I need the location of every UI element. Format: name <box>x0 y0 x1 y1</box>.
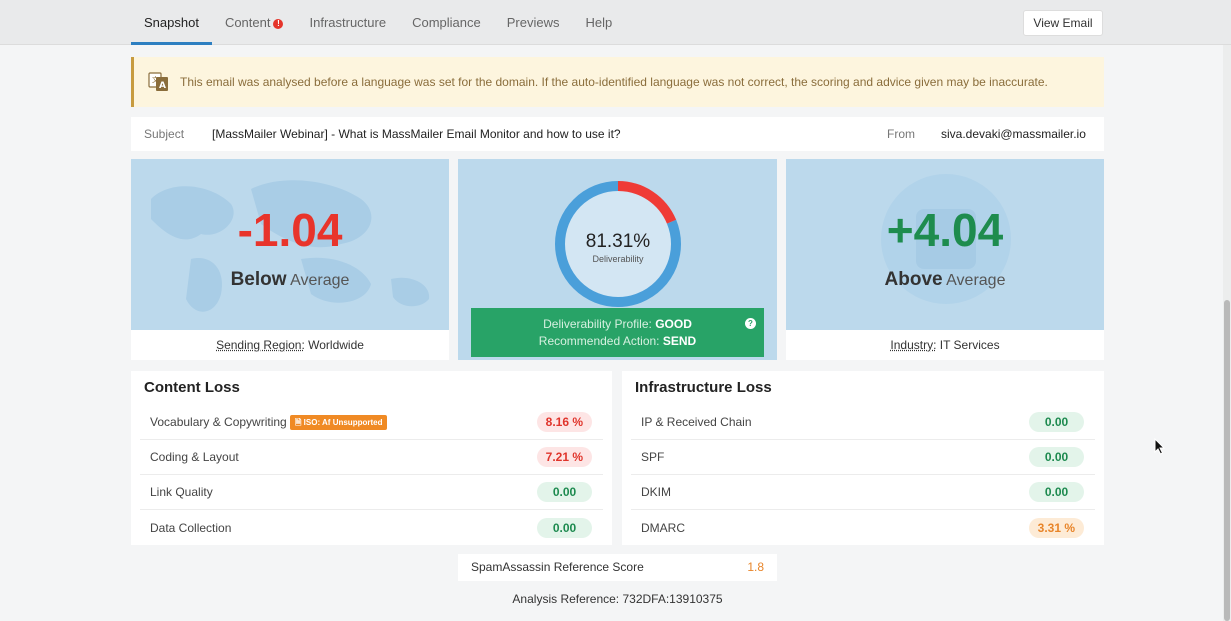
action-label: Recommended Action: <box>538 334 660 348</box>
deliverability-card: 81.31% Deliverability Deliverability Pro… <box>458 159 777 360</box>
email-meta-row: Subject [MassMailer Webinar] - What is M… <box>131 117 1104 151</box>
loss-value-badge: 0.00 <box>1029 482 1084 502</box>
spamassassin-label: SpamAssassin Reference Score <box>471 560 644 574</box>
profile-line: Deliverability Profile: GOOD <box>471 317 764 331</box>
industry-score: +4.04 <box>886 204 1004 256</box>
region-footer-label[interactable]: Sending Region: <box>216 338 305 352</box>
loss-row-dkim[interactable]: DKIM 0.00 <box>631 475 1095 510</box>
loss-name: Coding & Layout <box>150 450 239 464</box>
comparison-bold: Above <box>884 269 943 290</box>
from-label: From <box>887 127 915 141</box>
view-email-button[interactable]: View Email <box>1023 10 1103 36</box>
loss-name: Vocabulary & Copywriting <box>150 415 287 429</box>
content-loss-panel: Content Loss Vocabulary & Copywriting 🗎 … <box>131 371 612 545</box>
iso-unsupported-badge: 🗎 ISO: Af Unsupported <box>290 414 388 430</box>
mouse-cursor-icon <box>1154 438 1166 455</box>
profile-value: GOOD <box>655 317 692 331</box>
infrastructure-loss-panel: Infrastructure Loss IP & Received Chain … <box>622 371 1104 545</box>
loss-value-badge: 7.21 % <box>536 447 592 467</box>
region-footer: Sending Region: Worldwide <box>131 330 449 360</box>
iso-badge-text: ISO: Af Unsupported <box>303 417 383 427</box>
loss-value-badge: 0.00 <box>1029 412 1084 432</box>
tab-infrastructure[interactable]: Infrastructure <box>296 0 399 45</box>
loss-row-coding[interactable]: Coding & Layout 7.21 % <box>140 440 603 475</box>
comparison-rest: Average <box>286 272 350 289</box>
language-icon: 文 A <box>148 72 168 91</box>
industry-footer-label[interactable]: Industry: <box>890 338 936 352</box>
subject-value: [MassMailer Webinar] - What is MassMaile… <box>212 127 621 141</box>
industry-footer-value: IT Services <box>936 338 1000 352</box>
help-icon[interactable]: ? <box>745 318 756 329</box>
tab-snapshot[interactable]: Snapshot <box>131 0 212 45</box>
tab-bar: Snapshot Content! Infrastructure Complia… <box>131 0 625 45</box>
loss-row-link-quality[interactable]: Link Quality 0.00 <box>140 475 603 510</box>
loss-value-badge: 8.16 % <box>536 412 592 432</box>
deliverability-donut: 81.31% Deliverability <box>553 179 683 309</box>
deliverability-label: Deliverability <box>592 254 644 264</box>
alert-icon: ! <box>273 19 284 29</box>
top-navigation-bar: Snapshot Content! Infrastructure Complia… <box>0 0 1231 45</box>
loss-name: Link Quality <box>150 485 213 499</box>
tab-label: Infrastructure <box>309 15 387 30</box>
tab-label: Previews <box>506 15 560 30</box>
tab-help[interactable]: Help <box>572 0 625 45</box>
deliverability-percent: 81.31% <box>585 231 651 252</box>
loss-name: DKIM <box>641 485 671 499</box>
language-icon: 🗎 <box>295 417 304 427</box>
profile-label: Deliverability Profile: <box>543 317 652 331</box>
region-comparison: Below Average <box>131 269 449 291</box>
loss-value-badge: 0.00 <box>1029 447 1084 467</box>
industry-comparison: Above Average <box>786 269 1104 291</box>
panel-title: Content Loss <box>144 379 240 396</box>
loss-row-dmarc[interactable]: DMARC 3.31 % <box>631 510 1095 545</box>
loss-row-ip-chain[interactable]: IP & Received Chain 0.00 <box>631 405 1095 440</box>
scrollbar-thumb[interactable] <box>1224 300 1230 621</box>
loss-name: Data Collection <box>150 520 232 535</box>
loss-value-badge: 3.31 % <box>1028 517 1084 538</box>
loss-name: DMARC <box>641 520 685 535</box>
spamassassin-score-box: SpamAssassin Reference Score 1.8 <box>458 554 777 581</box>
loss-row-spf[interactable]: SPF 0.00 <box>631 440 1095 475</box>
industry-footer: Industry: IT Services <box>786 330 1104 360</box>
tab-compliance[interactable]: Compliance <box>399 0 494 45</box>
action-line: Recommended Action: SEND <box>471 334 764 348</box>
tab-content[interactable]: Content! <box>212 0 297 45</box>
comparison-bold: Below <box>230 269 287 290</box>
loss-value-badge: 0.00 <box>537 482 592 502</box>
language-notice: 文 A This email was analysed before a lan… <box>131 57 1104 107</box>
notice-text: This email was analysed before a languag… <box>180 75 1048 89</box>
region-footer-value: Worldwide <box>304 338 364 352</box>
loss-value-badge: 0.00 <box>537 517 592 538</box>
action-value: SEND <box>662 334 697 348</box>
tab-label: Snapshot <box>144 15 199 30</box>
svg-text:文: 文 <box>152 75 159 84</box>
svg-text:A: A <box>159 81 166 91</box>
sending-region-card: -1.04 Below Average Sending Region: Worl… <box>131 159 449 360</box>
comparison-rest: Average <box>942 272 1006 289</box>
from-value: siva.devaki@massmailer.io <box>941 127 1086 141</box>
industry-card: +4.04 Above Average Industry: IT Service… <box>786 159 1104 360</box>
analysis-reference: Analysis Reference: 732DFA:13910375 <box>512 592 723 606</box>
loss-row-vocabulary[interactable]: Vocabulary & Copywriting 🗎 ISO: Af Unsup… <box>140 405 603 440</box>
tab-label: Help <box>585 15 613 30</box>
donut-text: 81.31% Deliverability <box>553 179 683 309</box>
spamassassin-value: 1.8 <box>747 560 764 574</box>
subject-label: Subject <box>144 127 185 141</box>
loss-name: IP & Received Chain <box>641 415 752 429</box>
panel-title: Infrastructure Loss <box>635 379 772 396</box>
tab-label: Compliance <box>412 15 481 30</box>
tab-label: Content <box>224 15 271 30</box>
region-score: -1.04 <box>237 204 343 256</box>
loss-row-data-collection[interactable]: Data Collection 0.00 <box>140 510 603 545</box>
tab-previews[interactable]: Previews <box>494 0 573 45</box>
deliverability-profile-box: Deliverability Profile: GOOD Recommended… <box>471 308 764 357</box>
loss-name: SPF <box>641 450 665 464</box>
